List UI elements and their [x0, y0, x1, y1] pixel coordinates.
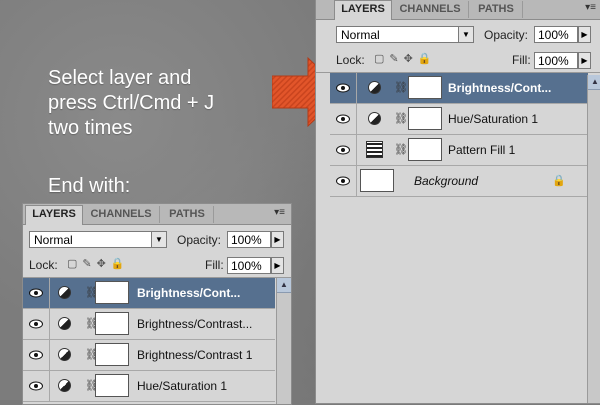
- layers-panel-main: LAYERS CHANNELS PATHS ▾≡ Normal ▼ Opacit…: [315, 0, 600, 404]
- eye-icon[interactable]: [336, 145, 350, 155]
- adjustment-layer-icon: [368, 112, 381, 125]
- scroll-up-arrow-icon[interactable]: ▲: [588, 75, 600, 90]
- layer-name: Brightness/Contrast 1: [137, 348, 253, 362]
- layers-scrollbar[interactable]: ▲: [587, 75, 600, 403]
- layer-row[interactable]: ⛓ Brightness/Cont...: [23, 278, 275, 309]
- fill-label: Fill:: [512, 53, 531, 67]
- layer-name: Brightness/Cont...: [448, 81, 552, 95]
- layers-scrollbar[interactable]: ▲: [276, 278, 291, 404]
- chevron-down-icon[interactable]: ▼: [458, 27, 473, 42]
- eye-icon[interactable]: [336, 176, 350, 186]
- instruction-line-3: two times: [48, 117, 133, 139]
- opacity-field[interactable]: 100%: [227, 231, 271, 248]
- instruction-line-1: Select layer and: [48, 67, 192, 89]
- blend-mode-value: Normal: [34, 233, 73, 247]
- layer-name: Brightness/Cont...: [137, 286, 241, 300]
- fill-field[interactable]: 100%: [227, 257, 271, 274]
- chevron-down-icon[interactable]: ▼: [151, 232, 166, 247]
- fill-arrow-icon[interactable]: ▶: [271, 257, 284, 274]
- tab-paths[interactable]: PATHS: [470, 1, 523, 18]
- instruction-line-2: press Ctrl/Cmd + J: [48, 92, 215, 114]
- layer-name: Brightness/Contrast...: [137, 317, 253, 331]
- scroll-up-arrow-icon[interactable]: ▲: [277, 278, 291, 293]
- adjustment-layer-icon: [58, 286, 71, 299]
- layer-row[interactable]: ⛓ Pattern Fill 1: [330, 135, 588, 166]
- eye-icon[interactable]: [29, 350, 43, 360]
- tab-layers[interactable]: LAYERS: [25, 205, 83, 225]
- layer-mask-thumbnail[interactable]: [95, 281, 129, 304]
- lock-label: Lock:: [29, 258, 58, 272]
- layer-row[interactable]: Background 🔒: [330, 166, 588, 197]
- layer-row[interactable]: ⛓ Brightness/Contrast...: [23, 309, 275, 340]
- adjustment-layer-icon: [58, 348, 71, 361]
- layers-panel-result: LAYERS CHANNELS PATHS ▾≡ Normal ▼ Opacit…: [22, 203, 292, 405]
- pattern-fill-icon: [366, 141, 383, 158]
- layer-mask-thumbnail[interactable]: [408, 107, 442, 130]
- layer-name: Hue/Saturation 1: [448, 112, 539, 126]
- fill-label: Fill:: [205, 258, 224, 272]
- eye-icon[interactable]: [29, 288, 43, 298]
- layer-name: Pattern Fill 1: [448, 143, 516, 157]
- layer-name: Hue/Saturation 1: [137, 379, 228, 393]
- layer-mask-thumbnail[interactable]: [408, 76, 442, 99]
- lock-label: Lock:: [336, 53, 365, 67]
- layer-mask-thumbnail[interactable]: [95, 312, 129, 335]
- layer-thumbnail[interactable]: [360, 169, 394, 192]
- eye-icon[interactable]: [336, 83, 350, 93]
- layer-mask-thumbnail[interactable]: [95, 343, 129, 366]
- adjustment-layer-icon: [368, 81, 381, 94]
- tab-layers[interactable]: LAYERS: [334, 0, 392, 20]
- layer-row[interactable]: ⛓ Brightness/Cont...: [330, 73, 588, 104]
- adjustment-layer-icon: [58, 379, 71, 392]
- layer-name: Background: [414, 174, 479, 188]
- layer-mask-thumbnail[interactable]: [408, 138, 442, 161]
- end-with-label: End with:: [48, 175, 131, 197]
- lock-icon: 🔒: [552, 175, 566, 187]
- opacity-field[interactable]: 100%: [534, 26, 578, 43]
- link-icon: ⛓: [394, 113, 408, 125]
- eye-icon[interactable]: [29, 319, 43, 329]
- lock-options-icons[interactable]: ▢✎✥🔒: [67, 257, 130, 270]
- instruction-text: Select layer and press Ctrl/Cmd + J two …: [48, 66, 214, 141]
- opacity-label: Opacity:: [177, 233, 222, 247]
- tab-channels[interactable]: CHANNELS: [83, 206, 160, 223]
- link-icon: ⛓: [394, 82, 408, 94]
- blend-mode-select[interactable]: Normal ▼: [336, 26, 474, 43]
- opacity-arrow-icon[interactable]: ▶: [578, 26, 591, 43]
- panel-menu-icon[interactable]: ▾≡: [585, 2, 596, 13]
- eye-icon[interactable]: [336, 114, 350, 124]
- tab-channels[interactable]: CHANNELS: [392, 1, 469, 18]
- fill-arrow-icon[interactable]: ▶: [578, 52, 591, 69]
- eye-icon[interactable]: [29, 381, 43, 391]
- panel-tab-bar: LAYERS CHANNELS PATHS ▾≡: [316, 0, 600, 20]
- tab-paths[interactable]: PATHS: [161, 206, 214, 223]
- blend-mode-value: Normal: [341, 28, 380, 42]
- opacity-arrow-icon[interactable]: ▶: [271, 231, 284, 248]
- layer-row[interactable]: ⛓ Brightness/Contrast 1: [23, 340, 275, 371]
- lock-options-icons[interactable]: ▢✎✥🔒: [374, 52, 437, 65]
- panel-tab-bar: LAYERS CHANNELS PATHS ▾≡: [23, 204, 291, 225]
- layer-mask-thumbnail[interactable]: [95, 374, 129, 397]
- layer-row[interactable]: ⛓ Hue/Saturation 1: [23, 371, 275, 402]
- fill-field[interactable]: 100%: [534, 52, 578, 69]
- opacity-label: Opacity:: [484, 28, 529, 42]
- blend-mode-select[interactable]: Normal ▼: [29, 231, 167, 248]
- link-icon: ⛓: [394, 144, 408, 156]
- layer-row[interactable]: ⛓ Hue/Saturation 1: [330, 104, 588, 135]
- adjustment-layer-icon: [58, 317, 71, 330]
- panel-menu-icon[interactable]: ▾≡: [274, 207, 285, 218]
